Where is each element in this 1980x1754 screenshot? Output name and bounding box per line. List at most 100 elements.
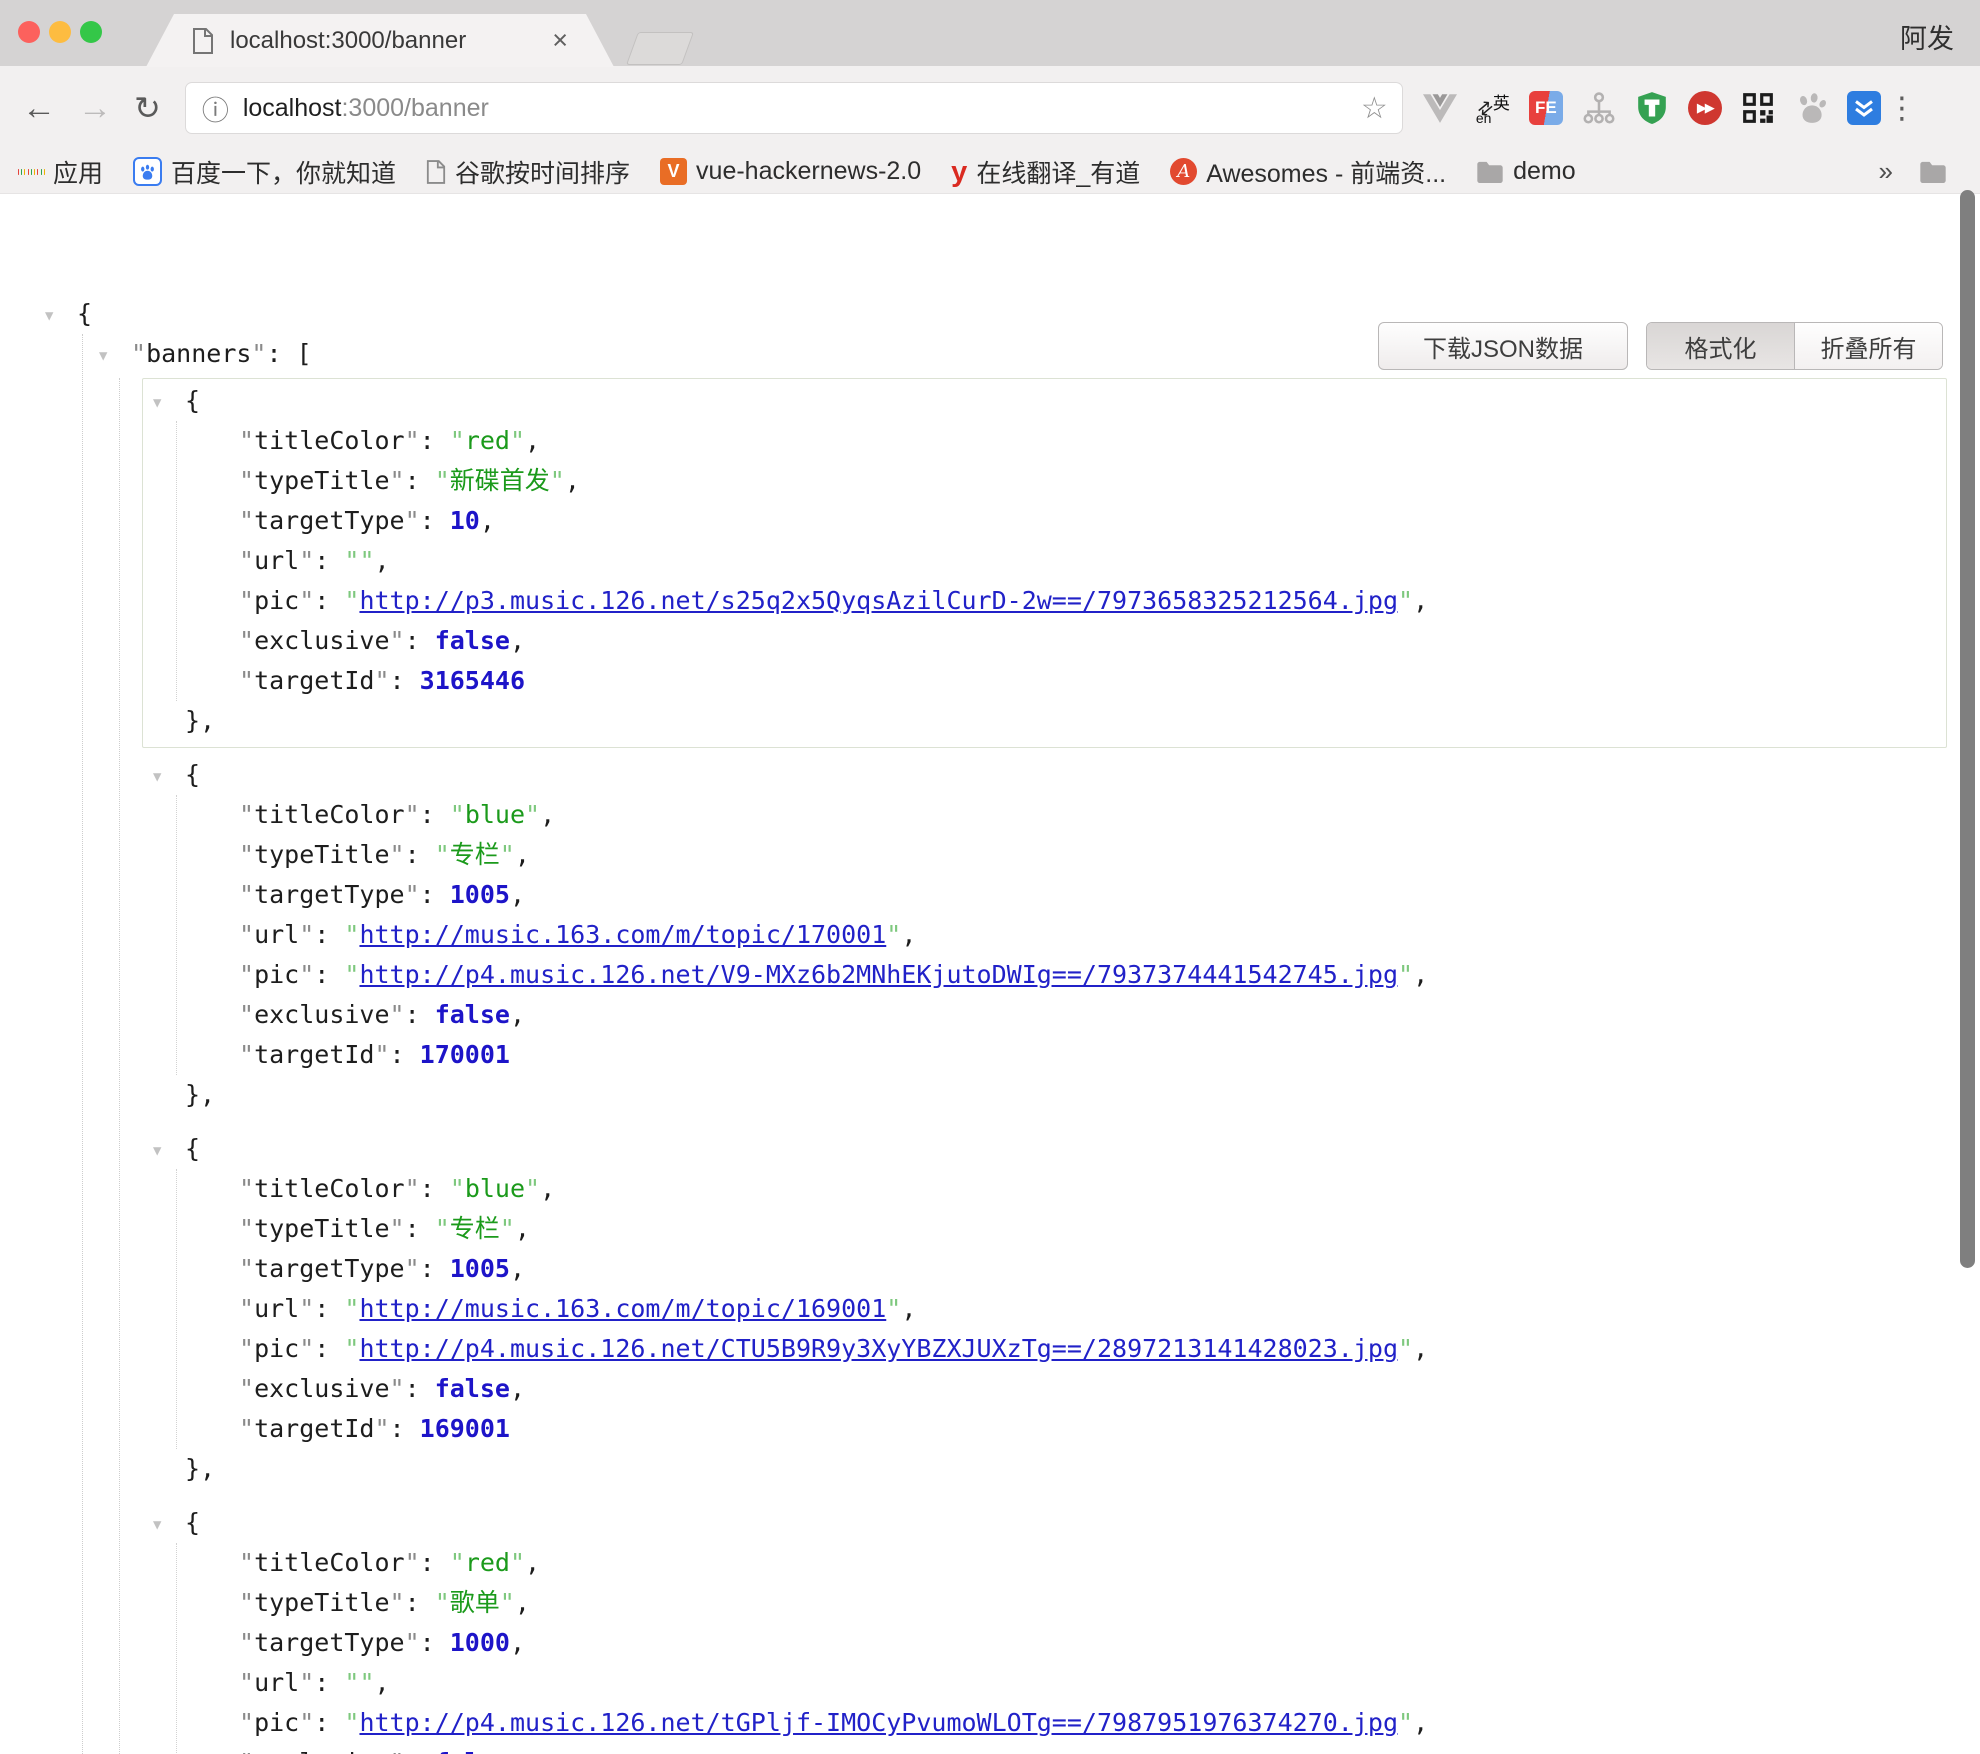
bookmarks-bar: 应用 百度一下，你就知道 谷歌按时间排序 V vue-hackernews-2.… <box>0 150 1980 194</box>
traffic-lights <box>18 21 102 43</box>
vue-icon: V <box>660 158 687 185</box>
page-info-icon[interactable]: ⓘ <box>202 89 229 128</box>
collapse-toggle-icon[interactable]: ▼ <box>99 336 119 376</box>
bookmark-apps[interactable]: 应用 <box>18 154 103 190</box>
json-object-open: ▼{ <box>143 755 1946 795</box>
bookmark-star-icon[interactable]: ☆ <box>1361 91 1388 126</box>
json-field-url: "url": "", <box>239 541 1946 581</box>
folder-icon <box>1476 161 1504 183</box>
collapse-toggle-icon[interactable]: ▼ <box>153 757 173 797</box>
json-field-titleColor: "titleColor": "blue", <box>239 1169 1946 1209</box>
json-field-titleColor: "titleColor": "blue", <box>239 795 1946 835</box>
json-field-pic: "pic": "http://p4.music.126.net/V9-MXz6b… <box>239 955 1946 995</box>
translate-icon[interactable]: 英 ⇄ en <box>1476 91 1510 125</box>
collapse-toggle-icon[interactable]: ▼ <box>153 1505 173 1545</box>
other-bookmarks-folder[interactable] <box>1919 161 1956 183</box>
extension-icons: 英 ⇄ en FE ▶▶ <box>1423 91 1881 125</box>
bookmark-awesomes[interactable]: A Awesomes - 前端资... <box>1170 154 1446 190</box>
json-field-pic: "pic": "http://p4.music.126.net/tGPljf-I… <box>239 1703 1946 1743</box>
tab-strip: localhost:3000/banner × 阿发 <box>0 0 1980 66</box>
bookmark-baidu[interactable]: 百度一下，你就知道 <box>133 154 396 190</box>
page-icon <box>192 28 214 54</box>
json-field-url: "url": "", <box>239 1663 1946 1703</box>
json-field-url: "url": "http://music.163.com/m/topic/170… <box>239 915 1946 955</box>
forward-button: → <box>78 91 112 125</box>
fast-forward-icon[interactable]: ▶▶ <box>1688 91 1722 125</box>
json-field-exclusive: "exclusive": false <box>239 1743 1946 1754</box>
json-field-exclusive: "exclusive": false, <box>239 1369 1946 1409</box>
json-object-open: ▼{ <box>143 381 1946 421</box>
url-path: :3000/banner <box>341 94 488 123</box>
tab-title: localhost:3000/banner <box>230 27 552 55</box>
minimize-window-button[interactable] <box>49 21 71 43</box>
json-field-targetType: "targetType": 10, <box>239 501 1946 541</box>
json-field-typeTitle: "typeTitle": "专栏", <box>239 1209 1946 1249</box>
collapse-all-button[interactable]: 折叠所有 <box>1795 323 1942 369</box>
json-object-close: }, <box>143 1075 1946 1115</box>
zoom-window-button[interactable] <box>80 21 102 43</box>
apps-grid-icon <box>18 159 44 185</box>
new-tab-button[interactable] <box>626 32 694 65</box>
json-field-titleColor: "titleColor": "red", <box>239 1543 1946 1583</box>
reload-button[interactable]: ↻ <box>134 92 161 124</box>
profile-name[interactable]: 阿发 <box>1900 17 1954 56</box>
format-button[interactable]: 格式化 <box>1647 323 1795 369</box>
json-array-item: ▼{ "titleColor": "blue","typeTitle": "专栏… <box>142 1126 1947 1496</box>
bookmark-youdao[interactable]: y 在线翻译_有道 <box>951 154 1140 190</box>
tampermonkey-shield-icon[interactable] <box>1635 91 1669 125</box>
json-link[interactable]: http://p4.music.126.net/tGPljf-IMOCyPvum… <box>359 1708 1398 1737</box>
sitemap-icon[interactable] <box>1582 91 1616 125</box>
json-field-exclusive: "exclusive": false, <box>239 995 1946 1035</box>
vertical-scrollbar[interactable] <box>1960 190 1975 1268</box>
json-array-item: ▼{ "titleColor": "blue","typeTitle": "专栏… <box>142 752 1947 1122</box>
json-array-item: ▼{ "titleColor": "red","typeTitle": "歌单"… <box>142 1500 1947 1754</box>
paw-icon[interactable] <box>1794 91 1828 125</box>
back-button[interactable]: ← <box>22 91 56 125</box>
json-field-url: "url": "http://music.163.com/m/topic/169… <box>239 1289 1946 1329</box>
qr-code-icon[interactable] <box>1741 91 1775 125</box>
json-field-targetType: "targetType": 1005, <box>239 875 1946 915</box>
collapse-toggle-icon[interactable]: ▼ <box>45 296 65 336</box>
json-object-close: }, <box>143 701 1946 741</box>
json-array-item: ▼{ "titleColor": "red","typeTitle": "新碟首… <box>142 378 1947 748</box>
bookmark-vue-hackernews[interactable]: V vue-hackernews-2.0 <box>660 157 921 186</box>
url-bar[interactable]: ⓘ localhost :3000/banner ☆ <box>185 82 1403 134</box>
browser-menu-icon[interactable]: ⋮ <box>1887 91 1917 126</box>
json-array-items: ▼{ "titleColor": "red","typeTitle": "新碟首… <box>119 378 1980 1754</box>
tab-close-icon[interactable]: × <box>552 27 568 54</box>
vue-devtools-icon[interactable] <box>1423 91 1457 125</box>
json-link[interactable]: http://p3.music.126.net/s25q2x5QyqsAzilC… <box>359 586 1398 615</box>
json-link[interactable]: http://p4.music.126.net/CTU5B9R9y3XyYBZX… <box>359 1334 1398 1363</box>
bookmark-google-sort[interactable]: 谷歌按时间排序 <box>426 154 630 190</box>
json-field-typeTitle: "typeTitle": "专栏", <box>239 835 1946 875</box>
json-link[interactable]: http://music.163.com/m/topic/169001 <box>359 1294 886 1323</box>
bookmark-demo-folder[interactable]: demo <box>1476 157 1576 186</box>
json-field-targetId: "targetId": 170001 <box>239 1035 1946 1075</box>
json-field-targetType: "targetType": 1000, <box>239 1623 1946 1663</box>
collapse-toggle-icon[interactable]: ▼ <box>153 383 173 423</box>
baidu-paw-icon <box>133 157 162 186</box>
json-field-titleColor: "titleColor": "red", <box>239 421 1946 461</box>
page-icon <box>426 160 446 184</box>
browser-tab[interactable]: localhost:3000/banner × <box>146 14 614 67</box>
bookmarks-overflow-icon[interactable]: » <box>1879 156 1893 187</box>
json-field-exclusive: "exclusive": false, <box>239 621 1946 661</box>
json-field-pic: "pic": "http://p4.music.126.net/CTU5B9R9… <box>239 1329 1946 1369</box>
browser-toolbar: ← → ↻ ⓘ localhost :3000/banner ☆ 英 ⇄ en … <box>0 66 1980 150</box>
download-json-button[interactable]: 下载JSON数据 <box>1378 322 1628 370</box>
json-tree: ▼{ ▼"banners": [ ▼{ "titleColor": "red",… <box>0 294 1980 1754</box>
view-mode-switch: 格式化 折叠所有 <box>1646 322 1943 370</box>
json-field-targetType: "targetType": 1005, <box>239 1249 1946 1289</box>
json-field-pic: "pic": "http://p3.music.126.net/s25q2x5Q… <box>239 581 1946 621</box>
close-window-button[interactable] <box>18 21 40 43</box>
json-link[interactable]: http://music.163.com/m/topic/170001 <box>359 920 886 949</box>
folder-icon <box>1919 161 1947 183</box>
json-object-open: ▼{ <box>143 1129 1946 1169</box>
collapse-toggle-icon[interactable]: ▼ <box>153 1131 173 1171</box>
shield-download-icon[interactable] <box>1847 91 1881 125</box>
page-content: 下载JSON数据 格式化 折叠所有 ▼{ ▼"banners": [ ▼{ "t… <box>0 294 1980 1754</box>
json-field-targetId: "targetId": 169001 <box>239 1409 1946 1449</box>
json-field-typeTitle: "typeTitle": "歌单", <box>239 1583 1946 1623</box>
json-link[interactable]: http://p4.music.126.net/V9-MXz6b2MNhEKju… <box>359 960 1398 989</box>
fe-helper-icon[interactable]: FE <box>1529 91 1563 125</box>
